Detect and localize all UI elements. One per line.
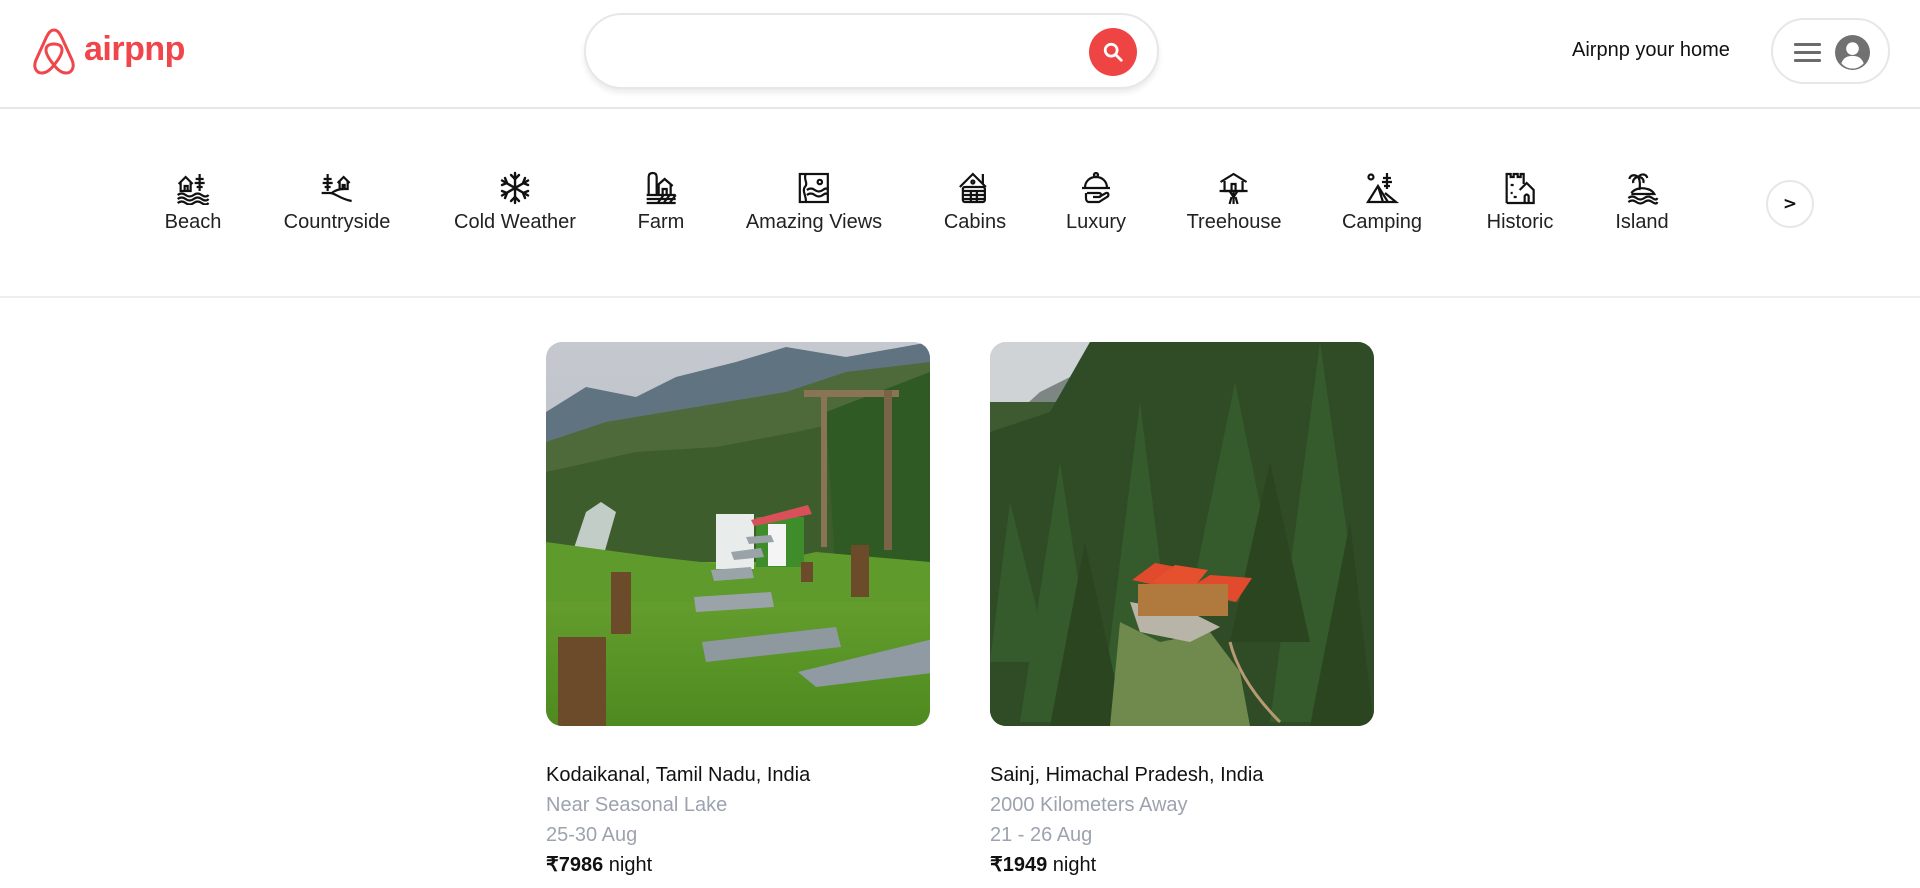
category-farm[interactable]: Farm	[637, 171, 685, 234]
listing-location: Sainj, Himachal Pradesh, India	[990, 764, 1264, 786]
category-label: Camping	[1341, 211, 1423, 233]
user-avatar-icon	[1835, 35, 1870, 70]
amazing-views-icon	[798, 172, 830, 204]
top-navbar: airpnp Airpnp your home	[0, 0, 1920, 109]
brand-name: airpnp	[84, 30, 185, 68]
treehouse-icon	[1220, 172, 1248, 205]
airpnp-logo-icon	[33, 28, 75, 75]
countryside-icon	[322, 174, 353, 203]
castle-icon	[1505, 172, 1536, 205]
camping-icon	[1366, 173, 1399, 204]
hamburger-icon	[1794, 43, 1822, 63]
brand-logo[interactable]: airpnp	[31, 26, 185, 76]
listing-price-unit: night	[1052, 854, 1097, 876]
listing-location: Kodaikanal, Tamil Nadu, India	[546, 764, 811, 786]
beach-icon	[177, 174, 210, 205]
category-cold-weather[interactable]: Cold Weather	[454, 171, 576, 234]
listing-price-unit: night	[608, 854, 653, 876]
search-icon	[1103, 42, 1123, 62]
category-island[interactable]: Island	[1615, 171, 1669, 234]
listing-photo[interactable]	[990, 342, 1374, 726]
listing-photo[interactable]	[546, 342, 930, 726]
category-label: Beach	[164, 211, 222, 233]
category-camping[interactable]: Camping	[1342, 171, 1422, 234]
listing-dates: 21 - 26 Aug	[990, 824, 1093, 846]
listing-description: Near Seasonal Lake	[546, 794, 728, 816]
cabin-icon	[959, 172, 987, 204]
listing-dates: 25-30 Aug	[546, 824, 638, 846]
category-label: Countryside	[283, 211, 391, 233]
listing-card[interactable]: Kodaikanal, Tamil Nadu, India Near Seaso…	[546, 342, 930, 880]
search-input[interactable]	[614, 29, 1074, 73]
listing-price-line: ₹7986 night	[546, 850, 930, 880]
category-label: Cold Weather	[454, 211, 576, 233]
category-label: Luxury	[1065, 211, 1127, 233]
island-icon	[1627, 173, 1659, 205]
category-beach[interactable]: Beach	[164, 171, 222, 234]
category-historic[interactable]: Historic	[1486, 171, 1554, 234]
category-bar: Beach Countryside Cold Weather Farm Amaz…	[0, 109, 1920, 298]
search-bar	[584, 13, 1159, 89]
category-countryside[interactable]: Countryside	[283, 171, 391, 234]
category-amazing-views[interactable]: Amazing Views	[746, 171, 882, 234]
listing-price-line: ₹1949 night	[990, 850, 1374, 880]
category-cabins[interactable]: Cabins	[944, 171, 1006, 234]
category-label: Cabins	[943, 211, 1007, 233]
user-menu-button[interactable]	[1771, 18, 1890, 84]
listing-price: ₹1949	[990, 854, 1048, 876]
category-luxury[interactable]: Luxury	[1066, 171, 1126, 234]
listing-description: 2000 Kilometers Away	[990, 794, 1188, 816]
category-label: Amazing Views	[745, 211, 883, 233]
listing-details: Sainj, Himachal Pradesh, India 2000 Kilo…	[990, 760, 1374, 880]
luxury-icon	[1082, 171, 1110, 204]
listing-price: ₹7986	[546, 854, 604, 876]
category-label: Historic	[1486, 211, 1554, 233]
category-label: Island	[1615, 211, 1669, 233]
search-button[interactable]	[1089, 28, 1137, 76]
category-treehouse[interactable]: Treehouse	[1186, 171, 1282, 234]
listing-details: Kodaikanal, Tamil Nadu, India Near Seaso…	[546, 760, 930, 880]
category-label: Farm	[637, 211, 685, 233]
listing-card[interactable]: Sainj, Himachal Pradesh, India 2000 Kilo…	[990, 342, 1374, 880]
category-next-button[interactable]: >	[1766, 180, 1814, 228]
category-label: Treehouse	[1186, 211, 1282, 233]
host-your-home-link[interactable]: Airpnp your home	[1572, 39, 1730, 62]
snowflake-icon	[500, 171, 530, 205]
farm-icon	[646, 171, 677, 205]
